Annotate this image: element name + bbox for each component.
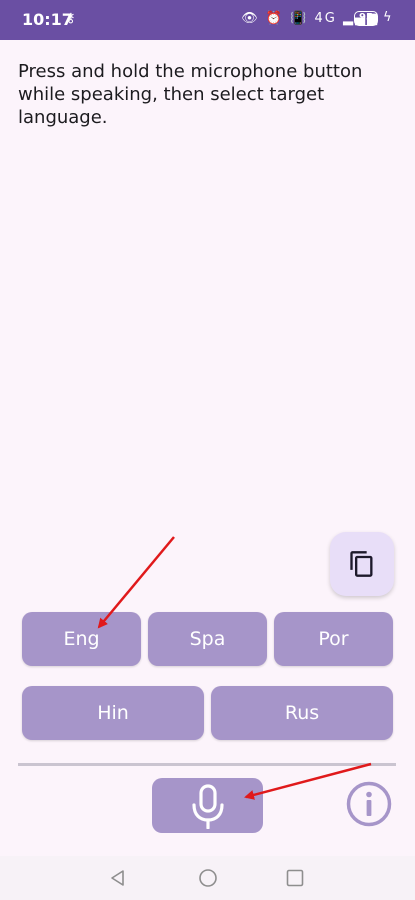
lang-label-hin: Hin	[97, 702, 129, 724]
info-button[interactable]	[346, 781, 392, 827]
instruction-text: Press and hold the microphone button whi…	[18, 61, 363, 128]
divider	[18, 763, 396, 766]
bolt-icon: ϟ	[383, 10, 392, 25]
lang-button-hin[interactable]: Hin	[22, 686, 204, 740]
lang-button-rus[interactable]: Rus	[211, 686, 393, 740]
battery-icon: 95	[354, 11, 378, 26]
copy-button[interactable]	[330, 532, 394, 596]
lang-label-por: Por	[318, 628, 349, 650]
microphone-button[interactable]	[152, 778, 263, 833]
recents-icon[interactable]	[285, 868, 305, 888]
vpn-key-icon: ⚷	[66, 11, 76, 26]
lang-button-por[interactable]: Por	[274, 612, 393, 666]
lang-button-eng[interactable]: Eng	[22, 612, 141, 666]
info-icon	[346, 781, 392, 827]
navigation-bar	[0, 856, 415, 900]
microphone-icon	[192, 784, 224, 829]
content-copy-icon	[350, 551, 373, 577]
back-icon[interactable]	[108, 868, 128, 888]
lang-label-rus: Rus	[284, 702, 320, 724]
status-bar: 10:17 ⚷ 👁 ⏰ 📳 4G ▂▄▆ 95 ϟ	[0, 0, 415, 40]
lang-label-eng: Eng	[63, 628, 100, 650]
home-icon[interactable]	[198, 868, 218, 888]
lang-button-spa[interactable]: Spa	[148, 612, 267, 666]
lang-label-spa: Spa	[189, 628, 226, 650]
